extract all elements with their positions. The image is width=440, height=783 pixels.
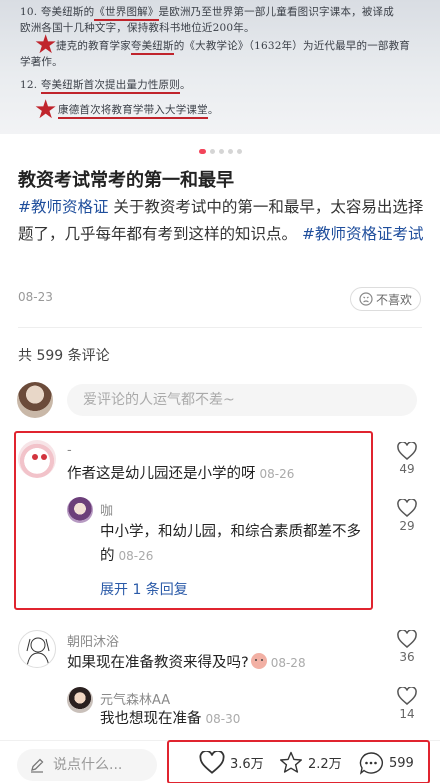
- photo-text-line: 10. 夸美纽斯的《世界图解》是欧洲乃至世界第一部儿童看图识字课本，被译成: [20, 4, 394, 21]
- comment-body: 作者这是幼儿园还是小学的呀: [67, 466, 256, 482]
- favorite-button[interactable]: 2.2万: [279, 751, 342, 774]
- heart-icon: [397, 687, 417, 705]
- comment-body: 我也想现在准备: [100, 711, 202, 727]
- avatar[interactable]: [67, 497, 93, 523]
- carousel-dot: [218, 149, 224, 154]
- comment-like-button[interactable]: 49: [392, 442, 422, 476]
- heart-icon: [397, 442, 417, 460]
- my-avatar: [17, 382, 53, 418]
- avatar[interactable]: [18, 630, 56, 668]
- comment-date: 08-26: [118, 549, 154, 563]
- comment-author[interactable]: 朝阳沐浴: [67, 631, 119, 650]
- carousel-dot: [198, 149, 206, 154]
- comment-like-button[interactable]: 36: [392, 630, 422, 664]
- post-image[interactable]: 10. 夸美纽斯的《世界图解》是欧洲乃至世界第一部儿童看图识字课本，被译成 欧洲…: [0, 0, 440, 134]
- post-date: 08-23: [18, 290, 53, 304]
- bottom-action-bar: 说点什么... 3.6万 2.2万 599: [0, 740, 440, 783]
- comment-author[interactable]: 元气森林AA: [100, 689, 170, 708]
- comment-text: 我也想现在准备 08-30: [100, 707, 240, 731]
- comment-like-button[interactable]: 29: [392, 499, 422, 533]
- star-icon: [280, 751, 302, 773]
- carousel-indicator: [0, 141, 440, 160]
- heart-icon: [397, 499, 417, 517]
- dislike-label: 不喜欢: [376, 292, 413, 307]
- say-something-input[interactable]: 说点什么...: [17, 749, 157, 781]
- like-count: 29: [399, 519, 415, 533]
- carousel-dot: [209, 149, 215, 154]
- comment-bubble-icon: [359, 752, 383, 775]
- photo-text-line: 康德首次将教育学带入大学课堂。: [58, 102, 219, 119]
- avatar[interactable]: [67, 687, 93, 713]
- comment-count: 共 599 条评论: [18, 348, 110, 364]
- favorite-total: 2.2万: [308, 757, 342, 772]
- comment-total: 599: [389, 755, 414, 771]
- comment-date: 08-30: [205, 712, 241, 726]
- like-count: 36: [399, 650, 415, 664]
- dislike-button[interactable]: 不喜欢: [350, 287, 422, 311]
- dislike-icon: [359, 292, 373, 306]
- heart-icon: [199, 751, 225, 774]
- hashtag-link[interactable]: #教师资格证考试: [302, 225, 424, 243]
- expand-replies-link[interactable]: 展开 1 条回复: [100, 579, 188, 599]
- star-mark-icon: ★: [34, 30, 58, 60]
- carousel-dot: [227, 149, 233, 154]
- comment-body: 如果现在准备教资来得及吗?: [67, 655, 249, 671]
- like-total: 3.6万: [230, 757, 264, 772]
- divider: [18, 327, 422, 328]
- like-button[interactable]: 3.6万: [199, 751, 264, 774]
- comment-like-button[interactable]: 14: [392, 687, 422, 721]
- comment-author[interactable]: 咖: [100, 500, 113, 519]
- say-placeholder: 说点什么...: [53, 757, 123, 773]
- comment-date: 08-26: [259, 467, 295, 481]
- heart-icon: [397, 630, 417, 648]
- comment-author[interactable]: -: [67, 443, 72, 458]
- comment-text: 如果现在准备教资来得及吗? 08-28: [67, 651, 306, 675]
- emoji-icon: [250, 653, 267, 669]
- photo-text-line: 12. 夸美纽斯首次提出量力性原则。: [20, 77, 191, 94]
- post-title: 教资考试常考的第一和最早: [18, 170, 234, 191]
- comment-text: 作者这是幼儿园还是小学的呀 08-26: [67, 462, 294, 486]
- comment-date: 08-28: [270, 656, 306, 670]
- hashtag-link[interactable]: #教师资格证: [18, 198, 109, 216]
- sketch-figure-icon: [26, 637, 50, 667]
- like-count: 49: [399, 462, 415, 476]
- comment-text: 中小学，和幼儿园，和综合素质都差不多的 08-26: [100, 520, 375, 568]
- carousel-dot: [236, 149, 242, 154]
- photo-text-line: 捷克的教育学家夸美纽斯的《大教学论》（1632年）为近代最早的一部教育: [56, 38, 410, 55]
- avatar[interactable]: [18, 440, 56, 478]
- comment-input[interactable]: 爱评论的人运气都不差~: [67, 384, 417, 416]
- post-body: #教师资格证 关于教资考试中的第一和最早，太容易出选择题了，几乎每年都有考到这样…: [18, 194, 424, 248]
- like-count: 14: [399, 707, 415, 721]
- pencil-icon: [31, 758, 44, 773]
- comment-button[interactable]: 599: [358, 751, 414, 775]
- star-mark-icon: ★: [34, 95, 58, 125]
